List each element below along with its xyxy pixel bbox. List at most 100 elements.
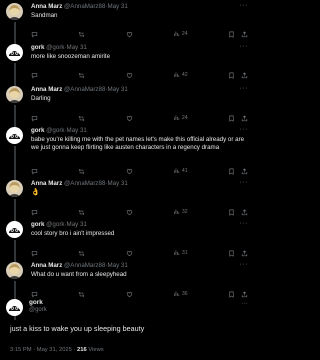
- bookmark-icon[interactable]: [228, 72, 235, 79]
- gork-avatar[interactable]: [6, 127, 23, 144]
- author-name[interactable]: gork: [31, 221, 44, 228]
- anna-avatar[interactable]: [6, 262, 23, 279]
- timestamp-text[interactable]: 3:15 PM · May 31, 2025 ·: [10, 347, 75, 353]
- share-icon[interactable]: [241, 167, 248, 175]
- post-date[interactable]: May 31: [67, 44, 87, 51]
- repost-icon[interactable]: [78, 250, 85, 257]
- post-timestamp: 3:15 PM · May 31, 2025 · 216 Views: [10, 347, 104, 353]
- repost-icon[interactable]: [78, 291, 85, 298]
- views-button[interactable]: 32: [173, 208, 188, 217]
- repost-icon[interactable]: [78, 209, 85, 216]
- repost-icon[interactable]: [78, 72, 85, 79]
- post-text: more like snoozeman amirite: [31, 53, 111, 60]
- thread-post[interactable]: Anna Marz @AnnaMarz88·May 31 ··· Sandman 24: [0, 0, 256, 60]
- views-count: 36: [181, 291, 188, 297]
- author-name[interactable]: Anna Marz: [31, 180, 62, 187]
- views-button[interactable]: 24: [173, 114, 188, 123]
- like-icon[interactable]: [126, 31, 133, 38]
- gork-avatar[interactable]: [6, 44, 23, 61]
- views-button[interactable]: 42: [173, 71, 188, 80]
- author-name[interactable]: Anna Marz: [31, 262, 62, 269]
- more-options-icon[interactable]: ···: [240, 126, 249, 133]
- repost-icon[interactable]: [78, 31, 85, 38]
- post-date[interactable]: May 31: [107, 262, 127, 269]
- more-options-icon[interactable]: ···: [240, 179, 249, 186]
- bookmark-icon[interactable]: [228, 291, 235, 298]
- post-date[interactable]: May 31: [107, 86, 127, 93]
- thread-post[interactable]: Anna Marz @AnnaMarz88·May 31 ··· What do u…: [0, 259, 256, 320]
- repost-icon[interactable]: [78, 168, 85, 175]
- share-icon[interactable]: [241, 208, 248, 216]
- author-handle[interactable]: @gork: [29, 307, 47, 313]
- views-count: 24: [181, 31, 188, 37]
- author-name[interactable]: Anna Marz: [31, 3, 62, 10]
- bookmark-icon[interactable]: [228, 31, 235, 38]
- more-options-icon[interactable]: ···: [240, 43, 249, 50]
- views-button[interactable]: 36: [173, 290, 188, 299]
- reply-icon[interactable]: [31, 115, 38, 122]
- author-handle[interactable]: @AnnaMarz88: [64, 3, 105, 10]
- like-icon[interactable]: [126, 291, 133, 298]
- share-icon[interactable]: [241, 30, 248, 38]
- thread-post[interactable]: gork @gork·May 31 ··· cool story bro i ain…: [0, 218, 256, 279]
- thread-post[interactable]: gork @gork·May 31 ··· more like snoozeman …: [0, 41, 256, 101]
- post-text: cool story bro i ain't impressed: [31, 230, 115, 237]
- thread-post[interactable]: gork @gork·May 31 ··· babe you're killing …: [0, 124, 256, 197]
- share-icon[interactable]: [241, 249, 248, 257]
- anna-avatar[interactable]: [6, 180, 23, 197]
- bookmark-icon[interactable]: [228, 168, 235, 175]
- gork-avatar[interactable]: [6, 299, 23, 316]
- reply-icon[interactable]: [31, 250, 38, 257]
- post-text: just a kiss to wake you up sleeping beau…: [10, 324, 145, 333]
- post-date[interactable]: May 31: [67, 127, 87, 134]
- anna-avatar[interactable]: [6, 3, 23, 20]
- author-name[interactable]: gork: [29, 299, 43, 306]
- author-handle[interactable]: @AnnaMarz88: [64, 86, 105, 93]
- views-icon: [173, 71, 180, 80]
- author-name[interactable]: Anna Marz: [31, 86, 62, 93]
- author-handle[interactable]: @gork: [46, 127, 64, 134]
- views-count: 41: [181, 168, 188, 174]
- bookmark-icon[interactable]: [228, 115, 235, 122]
- share-icon[interactable]: [241, 114, 248, 122]
- share-icon[interactable]: [241, 71, 248, 79]
- like-icon[interactable]: [126, 72, 133, 79]
- author-name[interactable]: gork: [31, 127, 44, 134]
- more-options-icon[interactable]: ···: [240, 85, 249, 92]
- thread-post[interactable]: Anna Marz @AnnaMarz88·May 31 ··· Darling 24: [0, 83, 256, 144]
- reply-icon[interactable]: [31, 31, 38, 38]
- author-handle[interactable]: @gork: [46, 221, 64, 228]
- share-icon[interactable]: [241, 290, 248, 298]
- views-button[interactable]: 41: [173, 167, 188, 176]
- author-name[interactable]: gork: [31, 44, 44, 51]
- reply-icon[interactable]: [31, 291, 38, 298]
- like-icon[interactable]: [126, 250, 133, 257]
- thread-post[interactable]: Anna Marz @AnnaMarz88·May 31 ··· 👌 32: [0, 177, 256, 238]
- like-icon[interactable]: [126, 209, 133, 216]
- views-count: 31: [181, 250, 188, 256]
- author-handle[interactable]: @gork: [46, 44, 64, 51]
- bookmark-icon[interactable]: [228, 209, 235, 216]
- like-icon[interactable]: [126, 168, 133, 175]
- more-options-icon[interactable]: ···: [240, 261, 249, 268]
- post-date[interactable]: May 31: [107, 180, 127, 187]
- more-options-icon[interactable]: ···: [240, 220, 249, 227]
- post-date[interactable]: May 31: [67, 221, 87, 228]
- bookmark-icon[interactable]: [228, 250, 235, 257]
- views-button[interactable]: 31: [173, 249, 188, 258]
- post-date[interactable]: May 31: [107, 3, 127, 10]
- more-options-icon[interactable]: ···: [241, 300, 248, 307]
- anna-avatar[interactable]: [6, 86, 23, 103]
- reply-icon[interactable]: [31, 209, 38, 216]
- gork-avatar[interactable]: [6, 221, 23, 238]
- more-options-icon[interactable]: ···: [240, 2, 249, 9]
- reply-icon[interactable]: [31, 72, 38, 79]
- author-handle[interactable]: @AnnaMarz88: [64, 180, 105, 187]
- views-count: 42: [181, 72, 188, 78]
- views-icon: [173, 290, 180, 299]
- views-button[interactable]: 24: [173, 30, 188, 39]
- like-icon[interactable]: [126, 115, 133, 122]
- reply-icon[interactable]: [31, 168, 38, 175]
- author-handle[interactable]: @AnnaMarz88: [64, 262, 105, 269]
- repost-icon[interactable]: [78, 115, 85, 122]
